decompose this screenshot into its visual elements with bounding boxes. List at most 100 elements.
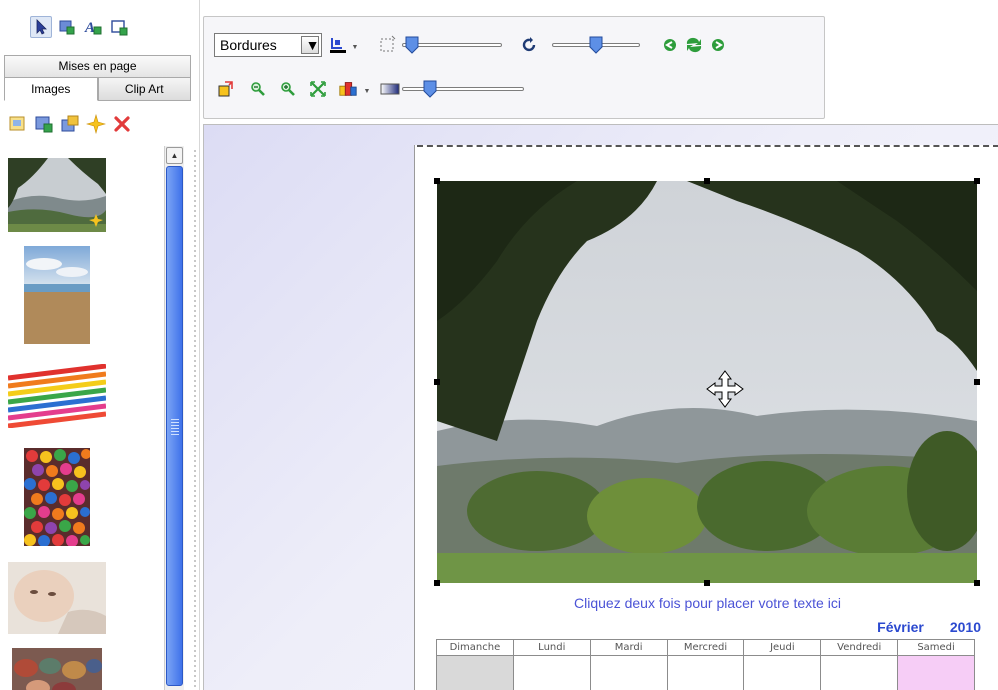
resize-handle-bl[interactable] (434, 580, 440, 586)
delete-image-button[interactable] (112, 114, 132, 134)
panel-splitter[interactable] (194, 150, 196, 690)
year-label: 2010 (949, 619, 981, 635)
rotate-icon (522, 37, 536, 52)
open-image-button[interactable] (8, 114, 28, 134)
day-cell[interactable] (898, 656, 975, 690)
chevron-down-icon: ▼ (363, 87, 371, 95)
add-image-icon (35, 116, 53, 133)
border-select[interactable]: Bordures ▼ (214, 33, 322, 57)
slider-track (402, 87, 524, 91)
tab-images[interactable]: Images (4, 77, 98, 101)
brightness-icon-button (380, 79, 400, 99)
scroll-up-button[interactable]: ▲ (166, 147, 183, 164)
zoom-in-button[interactable] (278, 79, 298, 99)
day-cell[interactable] (668, 656, 745, 690)
add-image-button[interactable] (34, 114, 54, 134)
paint-bucket-icon (330, 38, 346, 53)
frame-tool-button[interactable] (108, 16, 130, 38)
resize-handle-tm[interactable] (704, 178, 710, 184)
flip-button[interactable] (684, 35, 704, 55)
calendar-page[interactable]: Cliquez deux fois pour placer votre text… (414, 145, 998, 690)
replace-image-button[interactable] (60, 114, 80, 134)
select-arrow-icon (36, 19, 47, 35)
border-color-dropdown[interactable]: ▼ (350, 37, 360, 57)
rotate-left-button[interactable] (660, 35, 680, 55)
open-folder-icon (9, 116, 25, 131)
image-tool-button[interactable] (56, 16, 78, 38)
rotation-slider[interactable] (552, 34, 640, 56)
day-header-tuesday: Mardi (590, 640, 668, 656)
border-select-value: Bordures (220, 37, 277, 53)
zoom-out-button[interactable] (248, 79, 268, 99)
resize-handle-mr[interactable] (974, 379, 980, 385)
effect-button[interactable] (86, 114, 106, 134)
text-tool-button[interactable]: A (82, 16, 104, 38)
move-cursor-icon (706, 370, 744, 408)
baby-face-thumbnail[interactable] (8, 562, 106, 634)
canvas-area[interactable]: Cliquez deux fois pour placer votre text… (203, 124, 998, 690)
pebbles-thumbnail[interactable] (12, 648, 102, 690)
candies-thumbnail[interactable] (24, 448, 90, 546)
border-width-slider[interactable] (402, 34, 502, 56)
beach-sky-thumbnail[interactable] (24, 246, 90, 344)
chevron-down-icon: ▼ (351, 43, 359, 51)
fit-button[interactable] (308, 79, 328, 99)
text-tool-icon: A (84, 20, 102, 36)
resize-handle-tl[interactable] (434, 178, 440, 184)
crop-button[interactable] (216, 79, 236, 99)
tab-layouts[interactable]: Mises en page (4, 55, 191, 77)
image-edit-toolbar: Bordures ▼ ▼ ▼ (203, 16, 825, 119)
border-width-icon-button (378, 34, 398, 54)
day-cell[interactable] (744, 656, 822, 690)
day-header-wednesday: Mercredi (667, 640, 745, 656)
image-effects-button[interactable] (338, 78, 358, 98)
resize-handle-bm[interactable] (704, 580, 710, 586)
month-title: Février 2010 (877, 619, 981, 635)
page-top-border (417, 145, 998, 155)
day-header-monday: Lundi (513, 640, 591, 656)
day-header-saturday: Samedi (898, 640, 975, 656)
select-tool-button[interactable] (30, 16, 52, 38)
photo-frame[interactable] (434, 178, 980, 586)
image-thumbnail-list[interactable] (0, 146, 164, 690)
tab-clip-art[interactable]: Clip Art (97, 77, 191, 101)
slider-knob[interactable] (404, 35, 420, 55)
mode-toolbar: A (30, 16, 130, 44)
image-tool-icon (59, 20, 75, 35)
left-panel: A Mises en page Images Clip Art ▲ (0, 0, 200, 690)
resize-handle-tr[interactable] (974, 178, 980, 184)
day-cell[interactable] (514, 656, 591, 690)
resize-handle-ml[interactable] (434, 379, 440, 385)
day-cell[interactable] (591, 656, 668, 690)
zoom-out-icon (251, 82, 265, 96)
resize-handle-br[interactable] (974, 580, 980, 586)
rotate-right-icon (712, 39, 724, 51)
scroll-thumb[interactable] (166, 166, 183, 686)
forest-mountain-thumbnail[interactable] (8, 158, 106, 232)
brightness-slider[interactable] (402, 78, 524, 100)
calendar-grid[interactable]: Dimanche Lundi Mardi Mercredi Jeudi Vend… (436, 639, 975, 690)
rotate-left-icon (664, 39, 676, 51)
rotate-button (520, 35, 540, 55)
color-effects-icon (339, 82, 357, 96)
svg-text:A: A (84, 20, 95, 36)
month-name: Février (877, 619, 924, 635)
slider-knob[interactable] (422, 79, 438, 99)
colored-pencils-thumbnail[interactable] (8, 364, 106, 428)
image-effects-dropdown[interactable]: ▼ (362, 81, 372, 101)
delete-icon (114, 116, 130, 132)
rotate-right-button[interactable] (708, 35, 728, 55)
dropdown-arrow-button[interactable]: ▼ (301, 36, 319, 54)
brightness-gradient-icon (380, 83, 400, 95)
day-cell[interactable] (437, 656, 514, 690)
border-color-button[interactable] (328, 35, 348, 55)
fit-arrows-icon (310, 81, 326, 97)
border-width-icon (380, 35, 396, 52)
thumbnail-scrollbar[interactable]: ▲ (164, 146, 184, 690)
day-header-friday: Vendredi (821, 640, 899, 656)
effect-star-icon (86, 114, 106, 134)
slider-knob[interactable] (588, 35, 604, 55)
frame-tool-icon (111, 20, 128, 36)
day-cell[interactable] (821, 656, 899, 690)
text-placeholder[interactable]: Cliquez deux fois pour placer votre text… (415, 595, 998, 611)
